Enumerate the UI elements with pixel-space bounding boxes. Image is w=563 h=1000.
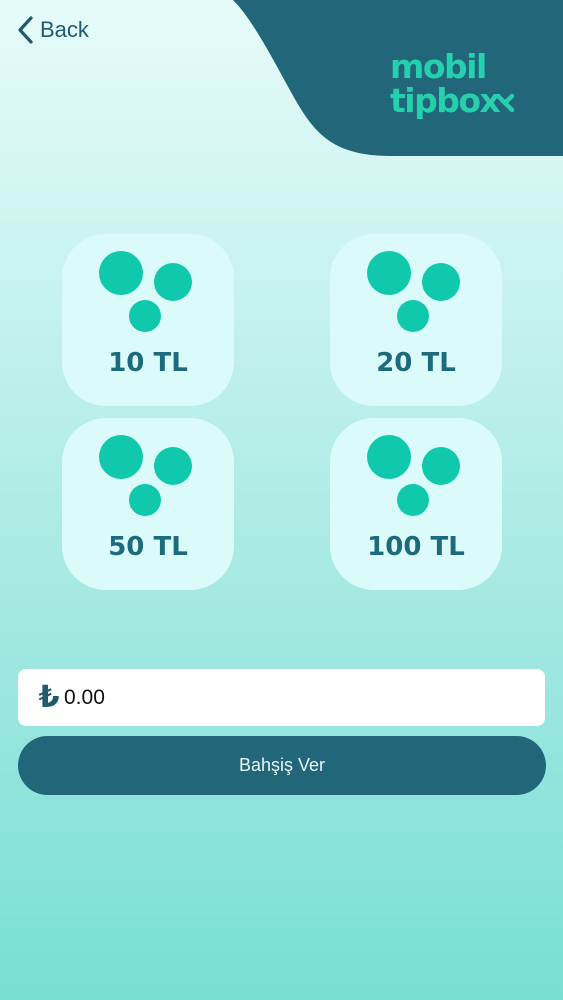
coins-icon bbox=[367, 251, 460, 332]
tip-option-100[interactable]: 100 TL bbox=[330, 418, 502, 590]
tip-option-20[interactable]: 20 TL bbox=[330, 234, 502, 406]
amount-field[interactable]: ₺ bbox=[18, 669, 545, 726]
mobil-tipbox-logo: mobil tipbox bbox=[390, 50, 530, 130]
logo-x-mark-icon bbox=[495, 93, 515, 113]
give-tip-button[interactable]: Bahşiş Ver bbox=[18, 736, 546, 795]
coins-icon bbox=[367, 435, 460, 516]
tip-option-10[interactable]: 10 TL bbox=[62, 234, 234, 406]
coins-icon bbox=[99, 251, 192, 332]
lira-icon: ₺ bbox=[38, 680, 60, 715]
tip-option-label: 20 TL bbox=[376, 348, 456, 378]
back-button[interactable]: Back bbox=[16, 14, 89, 46]
tip-option-label: 10 TL bbox=[108, 348, 188, 378]
back-label: Back bbox=[40, 17, 89, 42]
tip-option-label: 50 TL bbox=[108, 532, 188, 562]
chevron-left-icon bbox=[18, 16, 33, 44]
coins-icon bbox=[99, 435, 192, 516]
logo-line-1: mobil bbox=[390, 47, 487, 86]
tip-option-50[interactable]: 50 TL bbox=[62, 418, 234, 590]
amount-input[interactable] bbox=[64, 685, 504, 710]
tip-option-label: 100 TL bbox=[367, 532, 465, 562]
